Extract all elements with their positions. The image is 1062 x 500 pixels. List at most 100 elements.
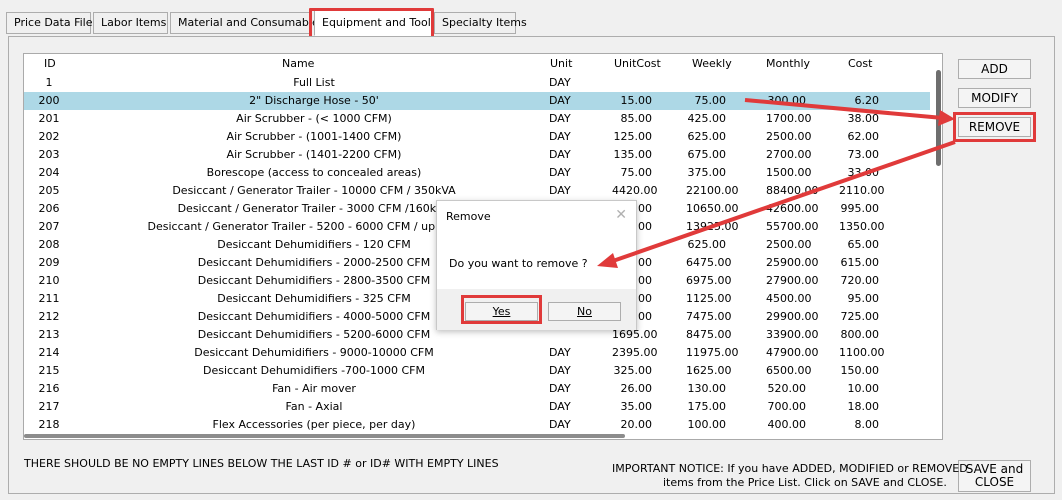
cell-unit: DAY — [549, 346, 571, 359]
cell-weekly: 22100.00 — [686, 184, 739, 197]
cell-name: Desiccant Dehumidifiers - 9000-10000 CFM — [194, 346, 434, 359]
cell-name: Air Scrubber - (< 1000 CFM) — [236, 112, 392, 125]
cell-monthly: 400.00 — [767, 418, 807, 431]
important-notice: IMPORTANT NOTICE: If you have ADDED, MOD… — [612, 462, 968, 490]
cell-name: Borescope (access to concealed areas) — [206, 166, 422, 179]
cell-id: 208 — [38, 238, 60, 251]
add-button[interactable]: ADD — [958, 59, 1031, 79]
cell-monthly: 520.00 — [767, 382, 807, 395]
no-button[interactable]: No — [548, 302, 621, 321]
cell-cost: 65.00 — [847, 238, 880, 251]
cell-unitcost: 4420.00 — [612, 184, 658, 197]
cell-weekly: 625.00 — [687, 130, 727, 143]
cell-monthly: 2500.00 — [766, 130, 812, 143]
cell-id: 209 — [38, 256, 60, 269]
cell-weekly: 6475.00 — [686, 256, 732, 269]
cell-unit: DAY — [549, 76, 571, 89]
cell-cost: 8.00 — [854, 418, 880, 431]
cell-unit: DAY — [549, 166, 571, 179]
col-header-cost[interactable]: Cost — [848, 57, 872, 70]
cell-id: 214 — [38, 346, 60, 359]
important-notice-line2: items from the Price List. Click on SAVE… — [663, 476, 947, 489]
cell-unit: DAY — [549, 364, 571, 377]
cell-unitcost: 75.00 — [620, 166, 653, 179]
table-row[interactable]: 203 Air Scrubber - (1401-2200 CFM) DAY 135.… — [24, 146, 930, 164]
cell-weekly: 175.00 — [687, 400, 727, 413]
table-row[interactable]: 217 Fan - Axial DAY 35.00 175.00 700.00 18.00 — [24, 398, 930, 416]
table-row[interactable]: 218 Flex Accessories (per piece, per day)… — [24, 416, 930, 434]
cell-name: Fan - Air mover — [272, 382, 356, 395]
cell-id: 1 — [45, 76, 53, 89]
close-icon[interactable]: ✕ — [615, 207, 627, 223]
cell-weekly: 8475.00 — [686, 328, 732, 341]
cell-weekly: 130.00 — [687, 382, 727, 395]
cell-unitcost: 85.00 — [620, 112, 653, 125]
col-header-monthly[interactable]: Monthly — [766, 57, 810, 70]
cell-monthly: 55700.00 — [766, 220, 819, 233]
horizontal-scrollbar[interactable] — [24, 434, 625, 438]
cell-unitcost: 135.00 — [613, 148, 653, 161]
modify-button[interactable]: MODIFY — [958, 88, 1031, 108]
cell-monthly: 25900.00 — [766, 256, 819, 269]
cell-name: Desiccant / Generator Trailer - 10000 CF… — [172, 184, 456, 197]
table-row[interactable]: 215 Desiccant Dehumidifiers -700-1000 CFM… — [24, 362, 930, 380]
table-row[interactable]: 205 Desiccant / Generator Trailer - 10000… — [24, 182, 930, 200]
cell-unitcost: 325.00 — [613, 364, 653, 377]
cell-cost: 720.00 — [840, 274, 880, 287]
tab-specialty-items[interactable]: Specialty Items — [434, 12, 527, 34]
cell-weekly: 100.00 — [687, 418, 727, 431]
cell-monthly: 1500.00 — [766, 166, 812, 179]
col-header-weekly[interactable]: Weekly — [692, 57, 732, 70]
table-row[interactable]: 214 Desiccant Dehumidifiers - 9000-10000 … — [24, 344, 930, 362]
table-row[interactable]: 200 2" Discharge Hose - 50' DAY 15.00 75.00 3… — [24, 92, 930, 110]
cell-weekly: 13925.00 — [686, 220, 739, 233]
cell-unit: DAY — [549, 184, 571, 197]
save-and-close-button[interactable]: SAVE and CLOSE — [958, 460, 1031, 492]
col-header-id[interactable]: ID — [44, 57, 56, 70]
dialog-title: Remove — [446, 210, 491, 223]
cell-unit: DAY — [549, 382, 571, 395]
table-row[interactable]: 216 Fan - Air mover DAY 26.00 130.00 520.00 10… — [24, 380, 930, 398]
cell-id: 210 — [38, 274, 60, 287]
cell-id: 203 — [38, 148, 60, 161]
cell-id: 212 — [38, 310, 60, 323]
col-header-name[interactable]: Name — [282, 57, 314, 70]
cell-weekly: 6975.00 — [686, 274, 732, 287]
cell-unitcost: 2395.00 — [612, 346, 658, 359]
cell-cost: 615.00 — [840, 256, 880, 269]
cell-cost: 2110.00 — [839, 184, 885, 197]
table-row[interactable]: 202 Air Scrubber - (1001-1400 CFM) DAY 125.… — [24, 128, 930, 146]
cell-cost: 6.20 — [854, 94, 880, 107]
important-notice-line1: IMPORTANT NOTICE: If you have ADDED, MOD… — [612, 462, 968, 475]
cell-cost: 150.00 — [840, 364, 880, 377]
vertical-scrollbar[interactable] — [936, 70, 941, 166]
cell-name: Air Scrubber - (1001-1400 CFM) — [226, 130, 402, 143]
table-row[interactable]: 201 Air Scrubber - (< 1000 CFM) DAY 85.00 42… — [24, 110, 930, 128]
tab-price-data-file[interactable]: Price Data File — [6, 12, 93, 34]
table-row[interactable]: 204 Borescope (access to concealed areas)… — [24, 164, 930, 182]
cell-cost: 62.00 — [847, 130, 880, 143]
cell-weekly: 375.00 — [687, 166, 727, 179]
tab-material-and-consumable[interactable]: Material and Consumable — [170, 12, 319, 34]
tab-labor-items[interactable]: Labor Items — [93, 12, 168, 34]
cell-weekly: 11975.00 — [686, 346, 739, 359]
cell-weekly: 675.00 — [687, 148, 727, 161]
cell-unit: DAY — [549, 130, 571, 143]
cell-monthly: 2700.00 — [766, 148, 812, 161]
table-row[interactable]: 1 Full List DAY — [24, 74, 930, 92]
cell-id: 215 — [38, 364, 60, 377]
cell-monthly: 2500.00 — [766, 238, 812, 251]
cell-weekly: 1625.00 — [686, 364, 732, 377]
cell-name: Desiccant Dehumidifiers -700-1000 CFM — [202, 364, 425, 377]
cell-name: Air Scrubber - (1401-2200 CFM) — [226, 148, 402, 161]
cell-id: 201 — [38, 112, 60, 125]
cell-id: 211 — [38, 292, 60, 305]
col-header-unit[interactable]: Unit — [550, 57, 572, 70]
cell-unit: DAY — [549, 112, 571, 125]
cell-unit: DAY — [549, 400, 571, 413]
col-header-unitcost[interactable]: UnitCost — [614, 57, 661, 70]
cell-id: 213 — [38, 328, 60, 341]
cell-monthly: 29900.00 — [766, 310, 819, 323]
cell-unitcost: 20.00 — [620, 418, 653, 431]
cell-cost: 10.00 — [847, 382, 880, 395]
